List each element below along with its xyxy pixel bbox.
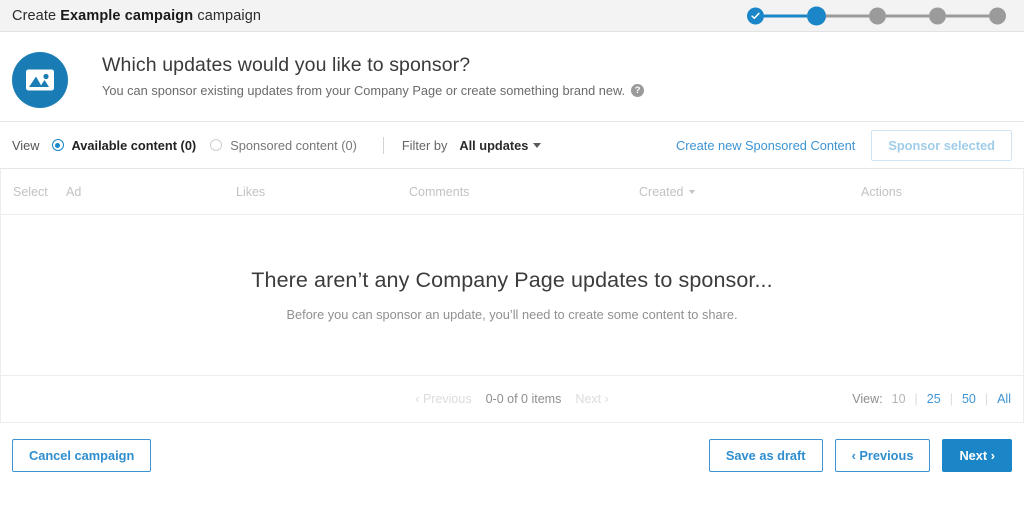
footer-actions: Cancel campaign Save as draft ‹ Previous… — [0, 423, 1024, 472]
view-label: View — [12, 137, 40, 153]
page-title: Create Example campaign campaign — [0, 8, 261, 24]
next-step-button[interactable]: Next › — [942, 439, 1012, 472]
campaign-wizard-page: Create Example campaign campaign Which u… — [0, 0, 1024, 506]
column-header-comments[interactable]: Comments — [409, 185, 639, 199]
image-icon — [12, 52, 68, 108]
hero-subtitle-row: You can sponsor existing updates from yo… — [102, 83, 645, 98]
step-3[interactable] — [869, 7, 886, 24]
footer-right-actions: Save as draft ‹ Previous Next › — [708, 439, 1012, 472]
content-table: Select Ad Likes Comments Created Actions… — [0, 169, 1024, 423]
radio-available-content[interactable]: Available content (0) — [51, 137, 197, 153]
step-4[interactable] — [929, 7, 946, 24]
page-size-25[interactable]: 25 — [927, 392, 941, 406]
filter-by-label: Filter by — [401, 137, 448, 153]
question-mark-icon[interactable]: ? — [631, 84, 645, 97]
step-connector-1 — [764, 14, 807, 17]
page-title-prefix: Create — [12, 7, 61, 24]
step-1-completed[interactable] — [747, 7, 764, 24]
filter-dropdown-value: All updates — [459, 137, 529, 153]
column-header-created-label: Created — [639, 184, 684, 199]
top-bar: Create Example campaign campaign — [0, 0, 1024, 32]
radio-sponsored-content-input[interactable] — [210, 139, 223, 151]
empty-state-title: There aren’t any Company Page updates to… — [251, 268, 773, 292]
save-as-draft-button[interactable]: Save as draft — [708, 439, 823, 472]
pagination-next-button[interactable]: Next › — [575, 392, 608, 406]
pagination-previous-button[interactable]: ‹ Previous — [415, 392, 471, 406]
step-connector-4 — [946, 14, 989, 17]
hero-section: Which updates would you like to sponsor?… — [0, 32, 1024, 122]
page-size-all[interactable]: All — [997, 392, 1011, 406]
page-size-selector: View: 10 | 25 | 50 | All — [852, 392, 1011, 406]
page-size-separator-3: | — [984, 392, 989, 406]
page-size-separator-2: | — [949, 392, 953, 406]
cancel-campaign-button[interactable]: Cancel campaign — [12, 439, 152, 472]
pagination-count: 0-0 of 0 items — [485, 392, 562, 406]
step-connector-3 — [886, 14, 929, 17]
column-header-ad[interactable]: Ad — [66, 185, 236, 199]
step-5[interactable] — [989, 7, 1006, 24]
column-header-created[interactable]: Created — [639, 185, 861, 199]
radio-sponsored-content-label: Sponsored content (0) — [230, 137, 357, 153]
page-title-suffix: campaign — [193, 7, 262, 24]
step-2-active[interactable] — [807, 6, 826, 25]
previous-step-button[interactable]: ‹ Previous — [834, 439, 931, 472]
check-icon — [747, 7, 764, 24]
caret-down-icon — [689, 189, 696, 194]
toolbar-divider — [382, 136, 384, 154]
page-size-10[interactable]: 10 — [892, 392, 906, 406]
column-header-select: Select — [13, 184, 48, 199]
progress-stepper — [747, 6, 1006, 25]
radio-available-content-label: Available content (0) — [71, 137, 197, 153]
radio-available-content-input[interactable] — [51, 139, 64, 151]
hero-subtitle: You can sponsor existing updates from yo… — [102, 83, 626, 98]
column-header-actions: Actions — [861, 184, 902, 199]
pagination-controls: ‹ Previous 0-0 of 0 items Next › — [415, 392, 608, 406]
empty-state-subtitle: Before you can sponsor an update, you’ll… — [286, 307, 738, 322]
empty-state: There aren’t any Company Page updates to… — [1, 215, 1023, 376]
page-title-campaign-name: Example campaign — [60, 7, 194, 24]
hero-text: Which updates would you like to sponsor?… — [102, 50, 645, 98]
table-header-row: Select Ad Likes Comments Created Actions — [1, 169, 1023, 215]
pagination-bar: ‹ Previous 0-0 of 0 items Next › View: 1… — [1, 376, 1023, 423]
hero-title: Which updates would you like to sponsor? — [102, 54, 471, 76]
page-size-50[interactable]: 50 — [962, 392, 976, 406]
toolbar-actions: Create new Sponsored Content Sponsor sel… — [676, 129, 1012, 161]
chevron-down-icon — [533, 142, 542, 148]
page-size-label: View: — [852, 392, 883, 406]
sponsor-selected-button[interactable]: Sponsor selected — [871, 129, 1012, 161]
filter-dropdown[interactable]: All updates — [459, 137, 542, 153]
radio-sponsored-content[interactable]: Sponsored content (0) — [210, 138, 357, 153]
step-connector-2 — [826, 14, 869, 17]
filter-toolbar: View Available content (0) Sponsored con… — [0, 122, 1024, 169]
page-size-separator-1: | — [914, 392, 918, 406]
column-header-likes[interactable]: Likes — [236, 185, 409, 199]
create-sponsored-content-link[interactable]: Create new Sponsored Content — [676, 138, 855, 153]
